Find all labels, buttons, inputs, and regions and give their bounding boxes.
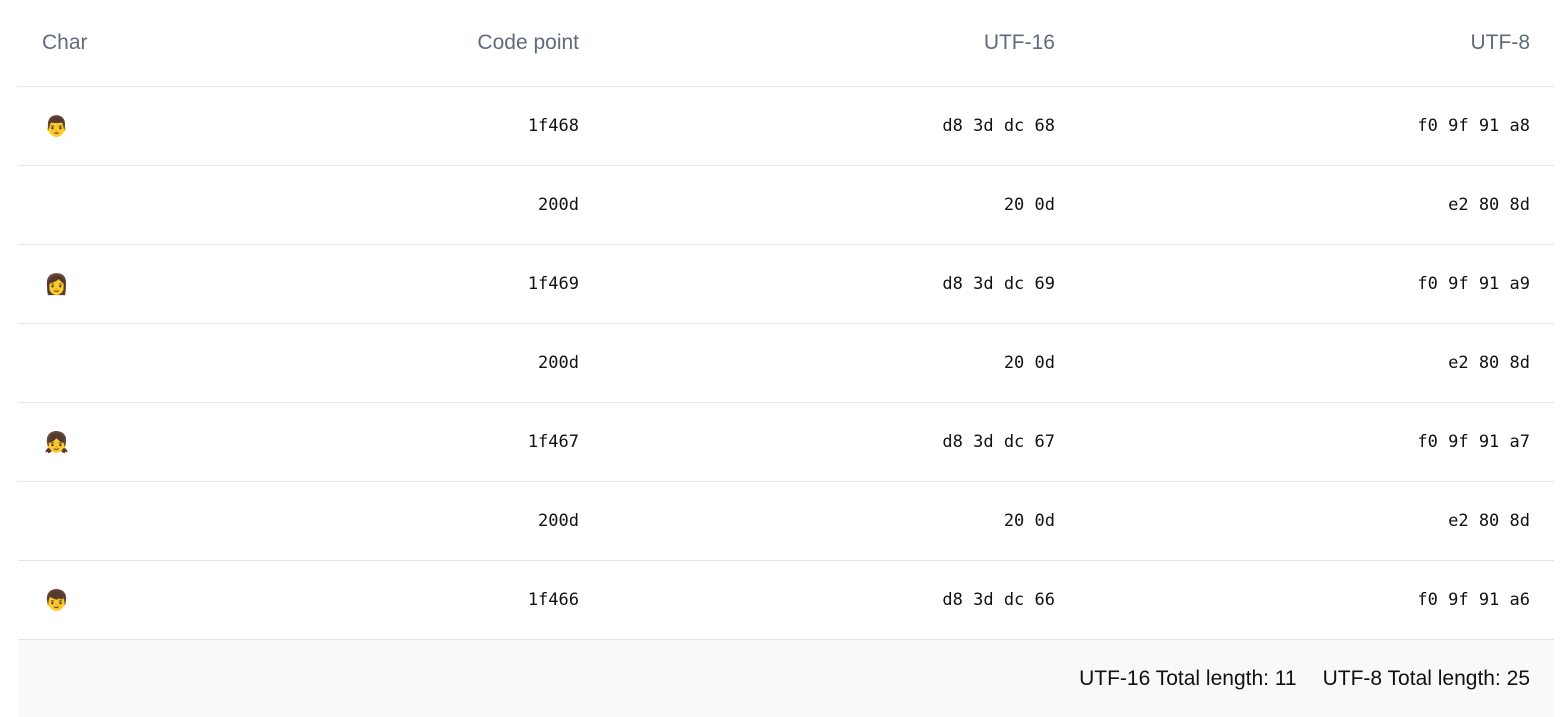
utf16-cell: d8 3d dc 66 (603, 560, 1079, 640)
code-point-cell: 200d (218, 323, 603, 403)
encoding-table: Char Code point UTF-16 UTF-8 👨 1f468 d8 … (18, 0, 1554, 640)
header-row: Char Code point UTF-16 UTF-8 (18, 0, 1554, 87)
table-row: 👩 1f469 d8 3d dc 69 f0 9f 91 a9 (18, 244, 1554, 324)
code-point-cell: 200d (218, 165, 603, 245)
utf8-cell: f0 9f 91 a9 (1079, 244, 1554, 324)
utf8-total-length: UTF-8 Total length: 25 (1322, 666, 1530, 690)
utf8-cell: f0 9f 91 a6 (1079, 560, 1554, 640)
utf8-cell: f0 9f 91 a7 (1079, 402, 1554, 482)
table-row: 👧 1f467 d8 3d dc 67 f0 9f 91 a7 (18, 402, 1554, 482)
girl-emoji-icon: 👧 (44, 429, 69, 454)
utf16-cell: 20 0d (603, 323, 1079, 403)
char-cell: 👧 (18, 402, 218, 482)
char-cell (18, 165, 218, 245)
table-row: 200d 20 0d e2 80 8d (18, 323, 1554, 403)
char-cell: 👦 (18, 560, 218, 640)
header-char: Char (18, 0, 218, 87)
zero-width-joiner (44, 349, 66, 371)
table-body: 👨 1f468 d8 3d dc 68 f0 9f 91 a8 200d 20 … (18, 86, 1554, 640)
zero-width-joiner (44, 507, 66, 529)
char-cell (18, 323, 218, 403)
utf16-cell: d8 3d dc 67 (603, 402, 1079, 482)
code-point-cell: 1f466 (218, 560, 603, 640)
utf16-cell: d8 3d dc 69 (603, 244, 1079, 324)
header-utf16: UTF-16 (603, 0, 1079, 87)
man-emoji-icon: 👨 (44, 113, 69, 138)
code-point-cell: 200d (218, 481, 603, 561)
header-code-point: Code point (218, 0, 603, 87)
char-cell: 👨 (18, 86, 218, 166)
totals-footer: UTF-16 Total length: 11 UTF-8 Total leng… (18, 640, 1554, 717)
char-cell (18, 481, 218, 561)
utf16-cell: 20 0d (603, 165, 1079, 245)
encoding-table-container: Char Code point UTF-16 UTF-8 👨 1f468 d8 … (18, 0, 1554, 640)
table-row: 200d 20 0d e2 80 8d (18, 165, 1554, 245)
utf16-cell: 20 0d (603, 481, 1079, 561)
utf16-total-length: UTF-16 Total length: 11 (1079, 666, 1297, 690)
utf8-cell: f0 9f 91 a8 (1079, 86, 1554, 166)
utf16-cell: d8 3d dc 68 (603, 86, 1079, 166)
utf8-cell: e2 80 8d (1079, 481, 1554, 561)
table-header: Char Code point UTF-16 UTF-8 (18, 0, 1554, 87)
utf8-cell: e2 80 8d (1079, 165, 1554, 245)
table-row: 👨 1f468 d8 3d dc 68 f0 9f 91 a8 (18, 86, 1554, 166)
zero-width-joiner (44, 191, 66, 213)
utf8-cell: e2 80 8d (1079, 323, 1554, 403)
header-utf8: UTF-8 (1079, 0, 1554, 87)
char-cell: 👩 (18, 244, 218, 324)
woman-emoji-icon: 👩 (44, 271, 69, 296)
code-point-cell: 1f467 (218, 402, 603, 482)
code-point-cell: 1f468 (218, 86, 603, 166)
boy-emoji-icon: 👦 (44, 587, 69, 612)
table-row: 👦 1f466 d8 3d dc 66 f0 9f 91 a6 (18, 560, 1554, 640)
code-point-cell: 1f469 (218, 244, 603, 324)
table-row: 200d 20 0d e2 80 8d (18, 481, 1554, 561)
